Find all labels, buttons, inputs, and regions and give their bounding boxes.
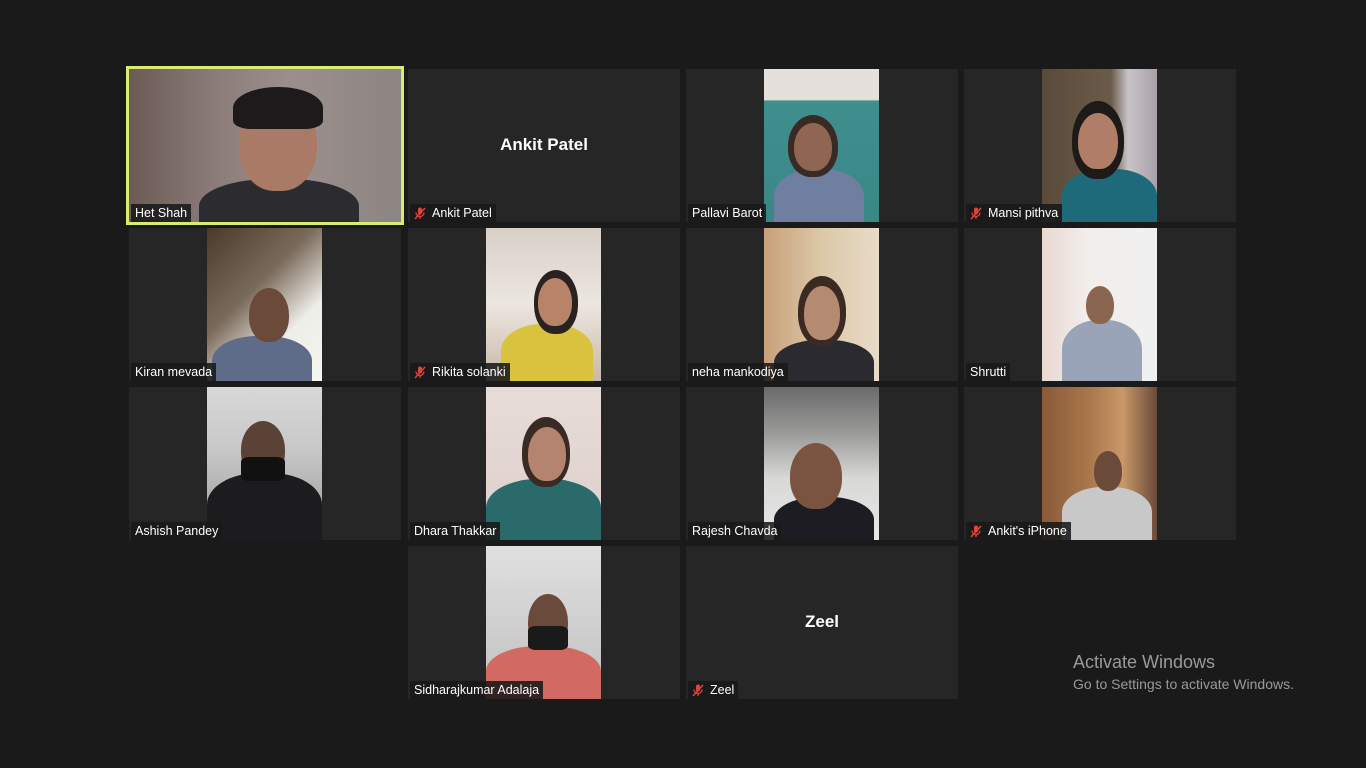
participant-tile-ankits-iphone[interactable]: Ankit's iPhone: [964, 387, 1236, 540]
participant-name: Het Shah: [135, 206, 188, 220]
participant-name-label: Zeel: [688, 681, 739, 699]
participant-name-label: Shrutti: [966, 363, 1011, 381]
participant-avatar-name: Zeel: [804, 612, 840, 631]
participant-name: Ankit's iPhone: [988, 524, 1067, 538]
participant-avatar-name: Ankit Patel: [500, 135, 588, 154]
participant-name-label: Mansi pithva: [966, 204, 1063, 222]
participant-tile-pallavi-barot[interactable]: Pallavi Barot: [686, 69, 958, 222]
video-feed: [207, 387, 322, 540]
video-feed: [129, 69, 401, 222]
participant-name-label: Dhara Thakkar: [410, 522, 501, 540]
participant-tile-het-shah[interactable]: Het Shah: [126, 66, 404, 225]
microphone-muted-icon: [970, 524, 982, 538]
participant-name: Dhara Thakkar: [414, 524, 497, 538]
participant-name-label: Ankit Patel: [410, 204, 496, 222]
participant-name-label: Sidharajkumar Adalaja: [410, 681, 544, 699]
microphone-muted-icon: [414, 206, 426, 220]
video-feed: [764, 228, 879, 381]
participant-name-label: Rikita solanki: [410, 363, 510, 381]
participant-name: Ankit Patel: [432, 206, 492, 220]
video-feed: [764, 387, 879, 540]
participant-tile-zeel[interactable]: Zeel Zeel: [686, 546, 958, 699]
participant-tile-rajesh-chavda[interactable]: Rajesh Chavda: [686, 387, 958, 540]
participant-name: Mansi pithva: [988, 206, 1059, 220]
participant-name-label: Pallavi Barot: [688, 204, 767, 222]
participant-name: Ashish Pandey: [135, 524, 219, 538]
video-feed: [1042, 69, 1157, 222]
participant-name: Pallavi Barot: [692, 206, 763, 220]
activate-windows-watermark: Activate Windows Go to Settings to activ…: [1073, 652, 1294, 692]
participant-name: neha mankodiya: [692, 365, 784, 379]
microphone-muted-icon: [414, 365, 426, 379]
video-feed: [207, 228, 322, 381]
participant-tile-shrutti[interactable]: Shrutti: [964, 228, 1236, 381]
participant-tile-kiran-mevada[interactable]: Kiran mevada: [129, 228, 401, 381]
video-feed: [1042, 228, 1157, 381]
participant-name: Zeel: [710, 683, 735, 697]
participant-tile-rikita-solanki[interactable]: Rikita solanki: [408, 228, 680, 381]
watermark-title: Activate Windows: [1073, 652, 1216, 672]
participant-tile-sidharajkumar-adalaja[interactable]: Sidharajkumar Adalaja: [408, 546, 680, 699]
participant-name: Kiran mevada: [135, 365, 213, 379]
participant-name: Sidharajkumar Adalaja: [414, 683, 540, 697]
participant-tile-ashish-pandey[interactable]: Ashish Pandey: [129, 387, 401, 540]
participant-name: Rikita solanki: [432, 365, 506, 379]
participant-name-label: neha mankodiya: [688, 363, 788, 381]
microphone-muted-icon: [970, 206, 982, 220]
participant-name-label: Het Shah: [131, 204, 192, 222]
participant-name-label: Ashish Pandey: [131, 522, 223, 540]
participant-tile-ankit-patel[interactable]: Ankit Patel Ankit Patel: [408, 69, 680, 222]
video-feed: [1042, 387, 1157, 540]
participant-tile-neha-mankodiya[interactable]: neha mankodiya: [686, 228, 958, 381]
watermark-subtitle: Go to Settings to activate Windows.: [1073, 676, 1294, 692]
participant-tile-dhara-thakkar[interactable]: Dhara Thakkar: [408, 387, 680, 540]
video-feed: [486, 546, 601, 699]
participant-name: Rajesh Chavda: [692, 524, 778, 538]
participant-name: Shrutti: [970, 365, 1007, 379]
participant-name-label: Rajesh Chavda: [688, 522, 782, 540]
video-feed: [764, 69, 879, 222]
participant-tile-mansi-pithva[interactable]: Mansi pithva: [964, 69, 1236, 222]
participant-name-label: Ankit's iPhone: [966, 522, 1071, 540]
participant-name-label: Kiran mevada: [131, 363, 217, 381]
video-feed: [486, 228, 601, 381]
video-feed: [486, 387, 601, 540]
microphone-muted-icon: [692, 683, 704, 697]
